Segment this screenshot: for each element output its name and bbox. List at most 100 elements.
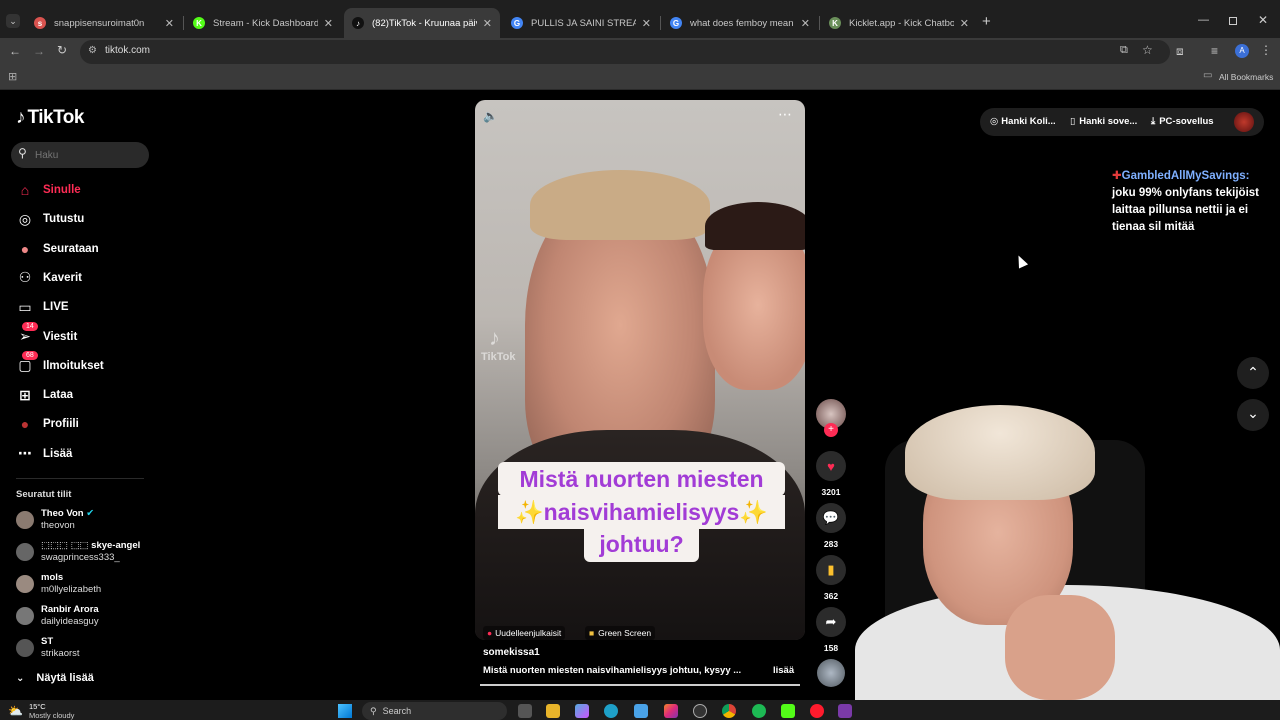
sidebar-item-lisää[interactable]: ⋯ Lisää <box>16 442 72 466</box>
tab-title: snappisensuroimat0n <box>54 17 145 29</box>
taskbar-search[interactable]: ⚲ Search <box>362 702 507 720</box>
webcam-overlay <box>845 400 1280 700</box>
task-view-icon[interactable] <box>518 704 532 718</box>
browser-tab[interactable]: Gwhat does femboy mean - Goo ✕ <box>662 8 818 38</box>
avatar <box>16 575 34 593</box>
browser-tab[interactable]: s snappisensuroimat0n ✕ <box>26 8 182 38</box>
browser-tab[interactable]: ♪ (82)TikTok - Kruunaa päiväsi ✕ <box>344 8 500 38</box>
kick-icon[interactable] <box>781 704 795 718</box>
sidebar-item-label: Viestit <box>43 330 78 343</box>
edge-icon[interactable] <box>604 704 618 718</box>
sidebar-item-label: Lisää <box>43 447 73 460</box>
tab-close-icon[interactable]: ✕ <box>801 17 810 30</box>
file-explorer-icon[interactable] <box>546 704 560 718</box>
follow-plus-icon[interactable]: + <box>824 423 838 437</box>
like-action[interactable]: ♥ 3201 <box>816 451 846 497</box>
mute-icon[interactable]: 🔈 <box>483 109 498 123</box>
close-window-button[interactable]: ✕ <box>1258 13 1268 27</box>
star-icon[interactable]: ☆ <box>1142 43 1153 57</box>
profile-avatar[interactable]: A <box>1235 44 1249 58</box>
tab-search-button[interactable]: ⌄ <box>6 14 20 28</box>
coin-icon: ◎ <box>990 116 999 127</box>
pc-app-button[interactable]: ⤓ PC-sovellus <box>1151 116 1214 127</box>
tab-close-icon[interactable]: ✕ <box>642 17 651 30</box>
get-coins-button[interactable]: ◎ Hanki Koli... <box>990 116 1056 127</box>
followed-account[interactable]: ST strikaorst <box>16 634 80 662</box>
browser-tab[interactable]: K Stream - Kick Dashboard ✕ <box>185 8 341 38</box>
browser-tab[interactable]: K Kicklet.app - Kick Chatbot and ✕ <box>821 8 977 38</box>
extensions-icon[interactable]: ⧈ <box>1176 44 1184 59</box>
green-screen-tag[interactable]: ■ Green Screen <box>585 626 656 640</box>
sidebar-item-lataa[interactable]: ⊞ Lataa <box>16 383 73 407</box>
copilot-icon[interactable] <box>575 704 589 718</box>
new-tab-button[interactable]: + <box>982 13 991 30</box>
more-options-icon[interactable]: ⋯ <box>778 106 792 123</box>
chat-message: ✚GambledAllMySavings: joku 99% onlyfans … <box>1112 168 1272 236</box>
start-button[interactable] <box>338 704 352 718</box>
search-input[interactable] <box>35 147 135 163</box>
download-icon: ⤓ <box>1151 116 1156 127</box>
media-icon[interactable]: ≡ <box>1211 44 1218 58</box>
comment-icon[interactable]: 💬 <box>816 503 846 533</box>
user-avatar[interactable] <box>1234 112 1254 132</box>
all-bookmarks-link[interactable]: All Bookmarks <box>1219 72 1273 82</box>
share-action[interactable]: ➦ 158 <box>816 607 846 653</box>
install-icon[interactable]: ⧉ <box>1120 44 1128 57</box>
tab-close-icon[interactable]: ✕ <box>324 17 333 30</box>
following-title: Seuratut tilit <box>16 489 72 500</box>
address-bar[interactable]: ⚙ tiktok.com ⧉ ☆ <box>80 40 1170 64</box>
search-box[interactable]: ⚲ <box>11 142 149 168</box>
store-icon[interactable] <box>634 704 648 718</box>
description-more-button[interactable]: lisää <box>773 665 794 676</box>
music-disc[interactable] <box>817 659 845 687</box>
home-icon: ⌂ <box>20 182 30 198</box>
spotify-icon[interactable] <box>752 704 766 718</box>
heart-icon[interactable]: ♥ <box>816 451 846 481</box>
followed-account[interactable]: Ranbir Arora dailyideasguy <box>16 602 99 630</box>
menu-icon[interactable]: ⋮ <box>1260 43 1272 57</box>
get-app-button[interactable]: ▯ Hanki sove... <box>1070 116 1137 127</box>
forward-button[interactable]: → <box>33 44 45 58</box>
repost-tag[interactable]: ● Uudelleenjulkaisit <box>483 626 566 640</box>
clock-app-icon[interactable] <box>693 704 707 718</box>
sidebar-item-live[interactable]: ▭ LIVE <box>16 295 68 319</box>
opera-icon[interactable] <box>810 704 824 718</box>
site-info-icon[interactable]: ⚙ <box>88 45 97 56</box>
watermark-text: TikTok <box>481 351 516 363</box>
sidebar-item-tutustu[interactable]: ◎ Tutustu <box>16 207 84 231</box>
account-name: ⬚⬚⬚ ⬚⬚ skye-angel <box>41 540 140 552</box>
video-author[interactable]: somekissa1 <box>483 647 540 658</box>
video-player[interactable]: 🔈 ⋯ ♪ TikTok Mistä nuorten miesten ✨nais… <box>475 100 805 640</box>
chrome-icon[interactable] <box>722 704 736 718</box>
reload-button[interactable]: ↻ <box>57 43 67 57</box>
apps-icon[interactable]: ⊞ <box>8 70 17 83</box>
sidebar-item-seurataan[interactable]: ● Seurataan <box>16 237 99 261</box>
instagram-icon[interactable] <box>664 704 678 718</box>
followed-account[interactable]: mols m0llyelizabeth <box>16 570 101 598</box>
account-name-text: ST <box>41 636 54 647</box>
previous-video-button[interactable]: ⌃ <box>1237 357 1269 389</box>
sidebar-item-kaverit[interactable]: ⚇ Kaverit <box>16 266 82 290</box>
minimize-button[interactable]: — <box>1198 14 1209 26</box>
browser-tab[interactable]: G PULLIS JA SAINI STREAM - Goo ✕ <box>503 8 659 38</box>
tab-close-icon[interactable]: ✕ <box>483 17 492 30</box>
tab-close-icon[interactable]: ✕ <box>165 17 174 30</box>
followed-account[interactable]: ⬚⬚⬚ ⬚⬚ skye-angel swagprincess333_ <box>16 538 140 566</box>
followed-account[interactable]: Theo Von ✔ theovon <box>16 506 94 534</box>
sidebar-item-sinulle[interactable]: ⌂ Sinulle <box>16 178 81 202</box>
tiktok-logo[interactable]: ♪ TikTok <box>16 107 84 129</box>
obs-icon[interactable] <box>838 704 852 718</box>
comment-action[interactable]: 💬 283 <box>816 503 846 549</box>
sidebar-item-profiili[interactable]: ● Profiili <box>16 412 79 436</box>
share-icon[interactable]: ➦ <box>816 607 846 637</box>
video-progress-bar[interactable] <box>480 684 800 686</box>
tab-close-icon[interactable]: ✕ <box>960 17 969 30</box>
maximize-button[interactable] <box>1229 17 1237 25</box>
weather-widget[interactable]: ⛅ 15°C Mostly cloudy <box>8 702 74 720</box>
video-hair-left <box>530 170 710 240</box>
caption-line-2: ✨naisvihamielisyys✨ <box>498 495 785 529</box>
see-more-link[interactable]: ⌄ Näytä lisää <box>16 672 94 684</box>
back-button[interactable]: ← <box>9 44 21 58</box>
save-action[interactable]: ▮ 362 <box>816 555 846 601</box>
bookmark-icon[interactable]: ▮ <box>816 555 846 585</box>
